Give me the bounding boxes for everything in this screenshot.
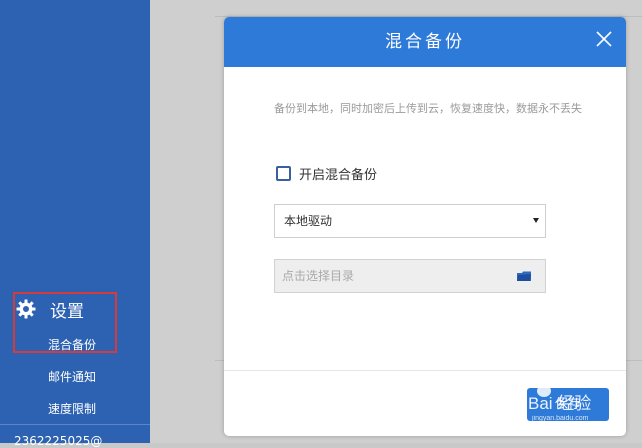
- directory-picker[interactable]: 点击选择目录: [274, 259, 546, 293]
- drive-select[interactable]: 本地驱动: [274, 204, 546, 238]
- enable-mixed-backup-checkbox[interactable]: 开启混合备份: [276, 164, 377, 183]
- settings-header: 设置: [16, 296, 84, 322]
- close-icon[interactable]: [594, 29, 614, 49]
- checkbox-label: 开启混合备份: [299, 168, 378, 183]
- sidebar-item-speed-limit[interactable]: 速度限制: [48, 400, 96, 417]
- sidebar-divider: [0, 424, 150, 425]
- mixed-backup-dialog: 混合备份 备份到本地，同时加密后上传到云，恢复速度快，数据永不丢失 开启混合备份…: [224, 17, 626, 436]
- settings-title: 设置: [50, 301, 84, 322]
- dialog-description: 备份到本地，同时加密后上传到云，恢复速度快，数据永不丢失: [274, 102, 582, 115]
- sidebar-item-email-notify[interactable]: 邮件通知: [48, 368, 96, 385]
- gear-icon: [16, 299, 36, 319]
- dialog-title: 混合备份: [385, 32, 465, 52]
- sidebar: 设置 混合备份 邮件通知 速度限制 2362225025@: [0, 0, 150, 448]
- account-text: 2362225025@: [14, 434, 103, 448]
- checkbox-box[interactable]: [276, 166, 291, 181]
- dropdown-arrow-icon: [533, 218, 539, 223]
- directory-placeholder: 点击选择目录: [282, 269, 355, 283]
- footer-divider: [224, 370, 626, 371]
- drive-select-value: 本地驱动: [284, 214, 333, 228]
- sidebar-item-mixed-backup[interactable]: 混合备份: [48, 336, 96, 353]
- save-button[interactable]: 保存: [527, 388, 609, 421]
- folder-icon[interactable]: [516, 270, 532, 282]
